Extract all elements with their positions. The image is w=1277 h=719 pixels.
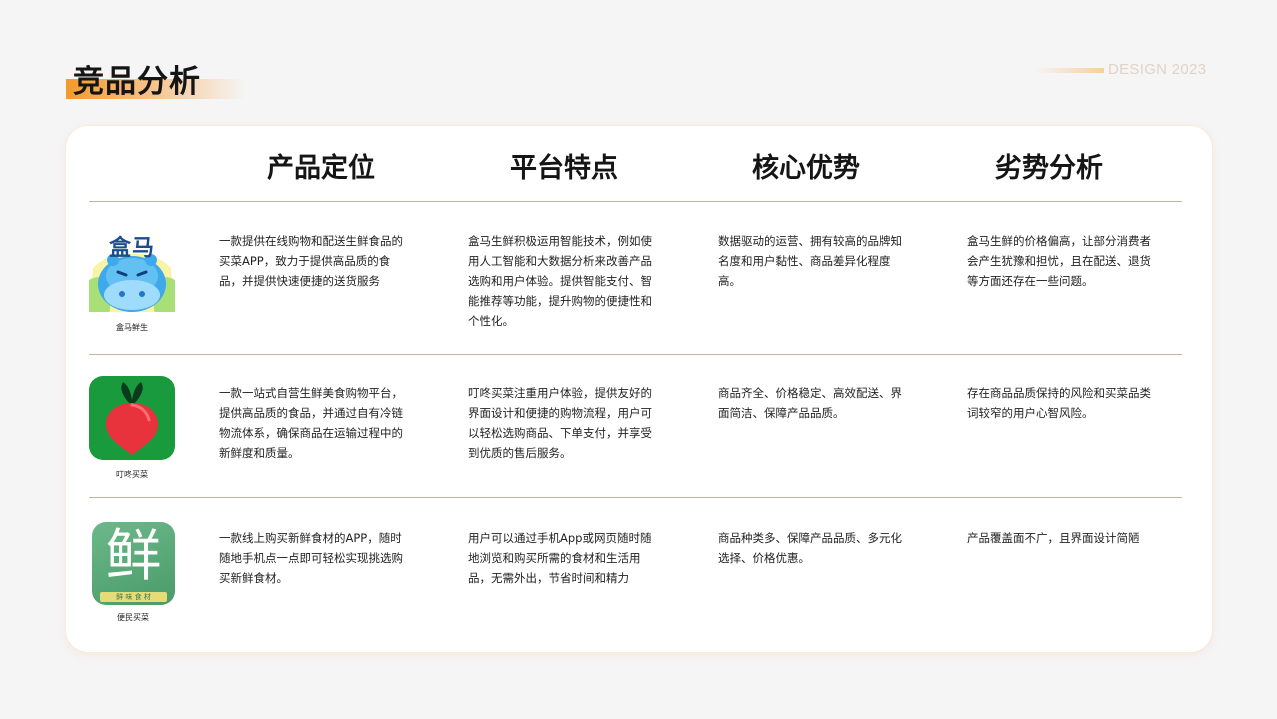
cell-positioning: 一款一站式自营生鲜美食购物平台，提供高品质的食品，并通过自有冷链物流体系，确保商… xyxy=(219,386,403,460)
col-header-positioning: 产品定位 xyxy=(267,153,375,184)
radish-icon xyxy=(105,382,159,455)
dingdong-logo xyxy=(89,376,175,460)
bianmin-logo-subtext: 鲜 味 食 材 xyxy=(116,593,151,601)
col-header-advantages: 核心优势 xyxy=(752,153,860,184)
cell-advantages: 数据驱动的运营、拥有较高的品牌知名度和用户黏性、商品差异化程度高。 xyxy=(718,234,902,288)
app-name: 叮咚买菜 xyxy=(116,470,148,479)
cell-weaknesses: 盒马生鲜的价格偏高，让部分消费者会产生犹豫和担忧，且在配送、退货等方面还存在一些… xyxy=(967,234,1151,288)
app-name: 便民买菜 xyxy=(117,613,149,622)
divider xyxy=(89,354,1182,355)
hema-logo-text: 盒马 xyxy=(108,236,155,261)
cell-advantages: 商品齐全、价格稳定、高效配送、界面简洁、保障产品品质。 xyxy=(718,386,902,420)
cell-features: 叮咚买菜注重用户体验，提供友好的界面设计和便捷的购物流程，用户可以轻松选购商品、… xyxy=(468,386,652,460)
cell-features: 盒马生鲜积极运用智能技术，例如使用人工智能和大数据分析来改善产品选购和用户体验。… xyxy=(468,234,652,328)
cell-advantages: 商品种类多、保障产品品质、多元化选择、价格优惠。 xyxy=(718,531,902,565)
page-title: 竞品分析 xyxy=(73,64,201,100)
col-header-weaknesses: 劣势分析 xyxy=(995,153,1103,184)
divider xyxy=(89,497,1182,498)
design-label: DESIGN 2023 xyxy=(1108,61,1207,78)
design-decor-line xyxy=(1034,68,1104,73)
app-name: 盒马鲜生 xyxy=(116,323,148,332)
divider xyxy=(89,201,1182,202)
hema-logo: 盒马 xyxy=(89,228,175,312)
cell-weaknesses: 产品覆盖面不广，且界面设计简陋 xyxy=(967,531,1140,545)
fresh-character-icon: 鲜 xyxy=(105,524,162,589)
cell-weaknesses: 存在商品品质保持的风险和买菜品类词较窄的用户心智风险。 xyxy=(967,386,1151,420)
col-header-features: 平台特点 xyxy=(510,153,618,184)
cell-positioning: 一款线上购买新鲜食材的APP，随时随地手机点一点即可轻松实现挑选购买新鲜食材。 xyxy=(219,531,403,585)
bianmin-logo: 鲜 鲜 味 食 材 xyxy=(92,522,175,605)
cell-features: 用户可以通过手机App或网页随时随地浏览和购买所需的食材和生活用品，无需外出，节… xyxy=(468,531,652,585)
cell-positioning: 一款提供在线购物和配送生鲜食品的买菜APP，致力于提供高品质的食品，并提供快速便… xyxy=(219,234,403,288)
